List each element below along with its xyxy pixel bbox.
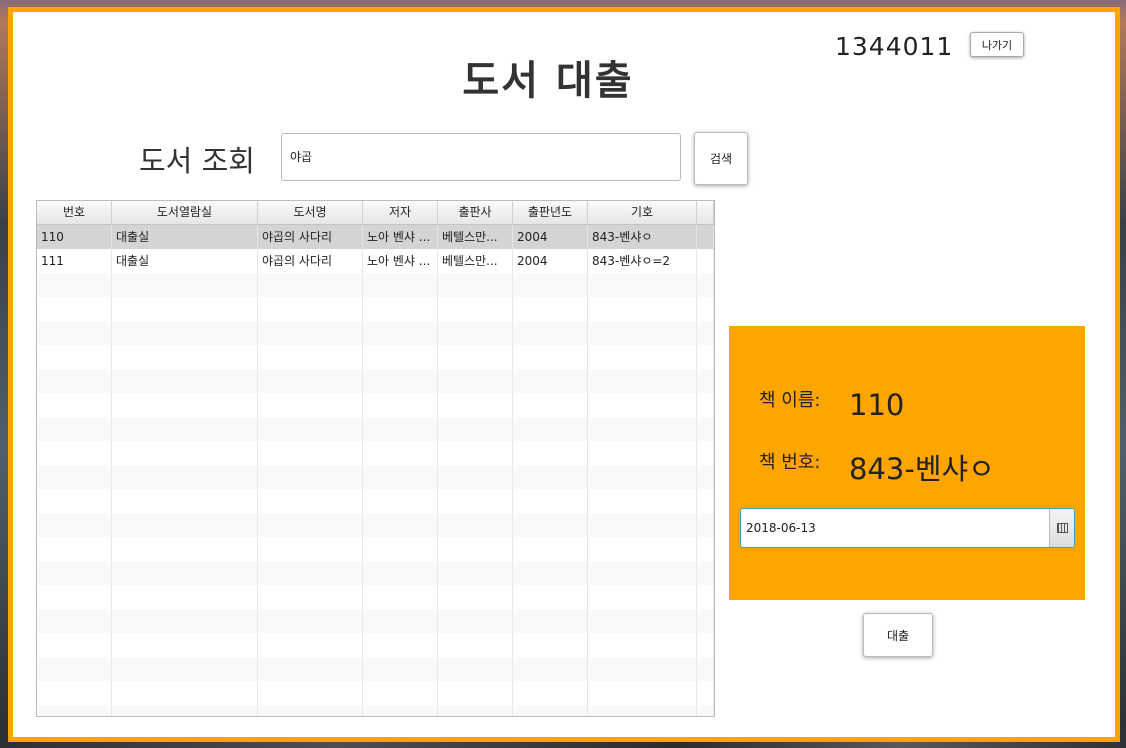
empty-table-row: [37, 321, 714, 345]
empty-table-row: [37, 681, 714, 705]
cell-reading-room: 대출실: [112, 225, 258, 249]
cell-number: 110: [37, 225, 112, 249]
book-name-label: 책 이름:: [759, 390, 821, 411]
borrow-button[interactable]: 대출: [863, 613, 933, 657]
empty-table-row: [37, 537, 714, 561]
empty-table-row: [37, 705, 714, 716]
cell-publisher: 베텔스만...: [438, 225, 513, 249]
main-window: 도서 대출 1344011 나가기 도서 조회 야곱 검색 번호 도서열람실 도…: [8, 7, 1120, 742]
empty-table-row: [37, 513, 714, 537]
column-header-publisher[interactable]: 출판사: [438, 201, 513, 224]
column-header-year[interactable]: 출판년도: [513, 201, 588, 224]
empty-table-row: [37, 297, 714, 321]
table-row[interactable]: 110 대출실 야곱의 사다리 노아 벤샤 ... 베텔스만... 2004 8…: [37, 225, 714, 249]
column-header-reading-room[interactable]: 도서열람실: [112, 201, 258, 224]
cell-year: 2004: [513, 225, 588, 249]
cell-year: 2004: [513, 249, 588, 273]
empty-table-row: [37, 657, 714, 681]
empty-table-row: [37, 369, 714, 393]
empty-table-row: [37, 393, 714, 417]
cell-publisher: 베텔스만...: [438, 249, 513, 273]
empty-table-row: [37, 585, 714, 609]
loan-date-input[interactable]: 2018-06-13: [746, 509, 816, 547]
cell-call-number: 843-벤샤ㅇ=2: [588, 249, 697, 273]
cell-title: 야곱의 사다리: [258, 225, 363, 249]
column-header-call-number[interactable]: 기호: [588, 201, 697, 224]
cell-call-number: 843-벤샤ㅇ: [588, 225, 697, 249]
empty-table-row: [37, 465, 714, 489]
empty-table-row: [37, 609, 714, 633]
column-header-title[interactable]: 도서명: [258, 201, 363, 224]
column-header-number[interactable]: 번호: [37, 201, 112, 224]
cell-author: 노아 벤샤 ...: [363, 225, 438, 249]
empty-table-row: [37, 633, 714, 657]
empty-table-row: [37, 561, 714, 585]
search-input[interactable]: 야곱: [281, 133, 681, 181]
empty-table-row: [37, 489, 714, 513]
table-row[interactable]: 111 대출실 야곱의 사다리 노아 벤샤 ... 베텔스만... 2004 8…: [37, 249, 714, 273]
column-header-author[interactable]: 저자: [363, 201, 438, 224]
page-title: 도서 대출: [462, 58, 634, 104]
book-name-value: 110: [849, 388, 905, 422]
book-table: 번호 도서열람실 도서명 저자 출판사 출판년도 기호 110 대출실 야곱의 …: [36, 200, 715, 717]
user-id: 1344011: [835, 32, 954, 61]
empty-table-row: [37, 417, 714, 441]
column-header-filler: [697, 201, 714, 224]
calendar-icon: [1056, 523, 1068, 533]
empty-table-row: [37, 441, 714, 465]
logout-button[interactable]: 나가기: [970, 32, 1024, 57]
cell-number: 111: [37, 249, 112, 273]
empty-table-row: [37, 345, 714, 369]
empty-table-row: [37, 273, 714, 297]
date-picker-button[interactable]: [1049, 509, 1074, 547]
book-number-label: 책 번호:: [759, 452, 821, 473]
search-button[interactable]: 검색: [694, 132, 748, 185]
table-header: 번호 도서열람실 도서명 저자 출판사 출판년도 기호: [37, 201, 714, 225]
loan-detail-panel: 책 이름: 110 책 번호: 843-벤샤ㅇ 2018-06-13: [729, 326, 1085, 600]
loan-date-picker[interactable]: 2018-06-13: [740, 508, 1075, 548]
cell-author: 노아 벤샤 ...: [363, 249, 438, 273]
cell-title: 야곱의 사다리: [258, 249, 363, 273]
book-number-value: 843-벤샤ㅇ: [849, 452, 995, 486]
cell-reading-room: 대출실: [112, 249, 258, 273]
search-label: 도서 조회: [139, 144, 255, 178]
